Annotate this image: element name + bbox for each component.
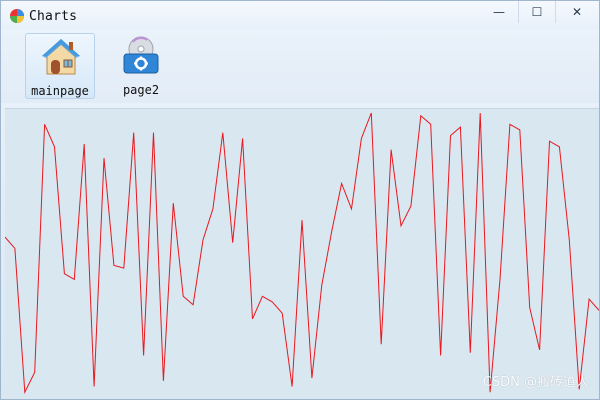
home-icon — [42, 39, 80, 75]
main-window: Charts — ☐ ✕ mainpage page2 CSDN @搬砖道人 — [0, 0, 600, 400]
toolbar-item-mainpage[interactable]: mainpage — [25, 33, 95, 99]
line-chart — [5, 112, 599, 395]
toolbar-item-page2[interactable]: page2 — [106, 33, 176, 99]
app-pie-icon — [10, 9, 24, 23]
title-bar[interactable]: Charts — ☐ ✕ — [1, 1, 599, 29]
chart-area: CSDN @搬砖道人 — [5, 108, 599, 398]
minimize-icon: — — [493, 5, 505, 19]
toolbar-label-page2: page2 — [122, 83, 160, 97]
settings-disc-icon — [123, 36, 159, 74]
series-line — [5, 112, 599, 395]
maximize-button[interactable]: ☐ — [518, 1, 555, 23]
maximize-icon: ☐ — [531, 5, 543, 19]
toolbar-label-mainpage: mainpage — [31, 84, 89, 98]
window-title: Charts — [29, 9, 78, 24]
toolbar: mainpage page2 — [1, 29, 599, 103]
close-button[interactable]: ✕ — [555, 1, 598, 23]
watermark: CSDN @搬砖道人 — [482, 375, 589, 390]
minimize-button[interactable]: — — [481, 1, 517, 23]
close-icon: ✕ — [571, 5, 583, 19]
